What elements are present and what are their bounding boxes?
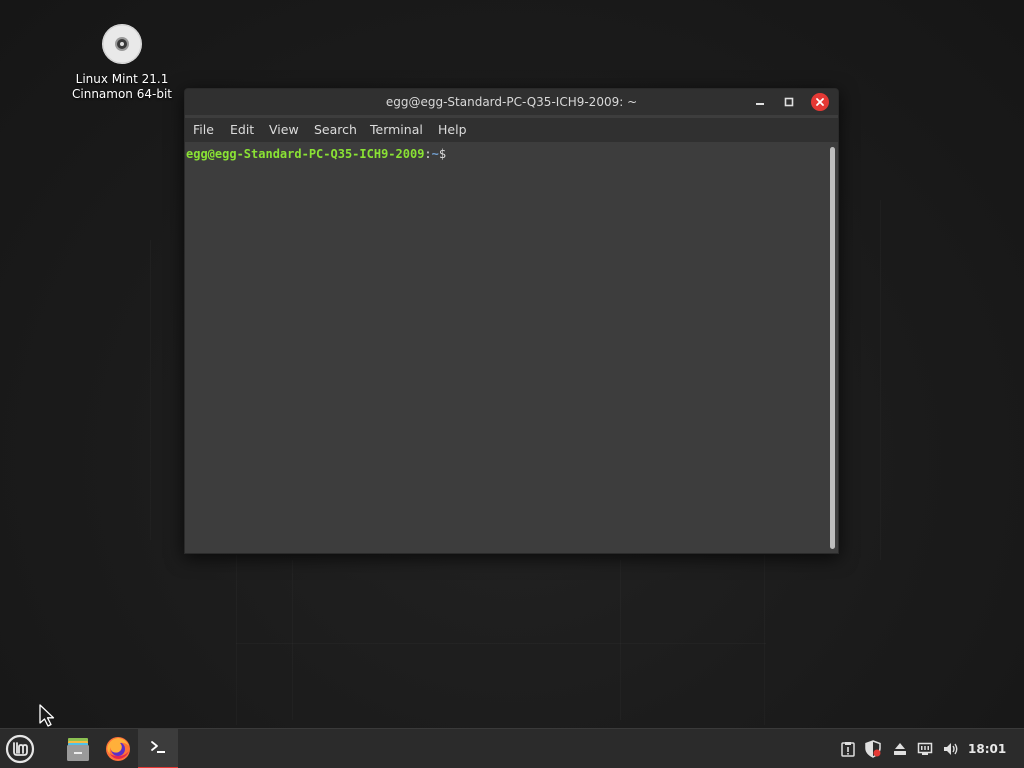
prompt-path: ~ — [431, 147, 439, 161]
wallpaper-line — [764, 555, 765, 725]
clock[interactable]: 18:01 — [968, 729, 1006, 768]
desktop-icon-label-line2: Cinnamon 64-bit — [72, 87, 172, 101]
terminal-task-button[interactable] — [138, 729, 178, 768]
wallpaper-line — [880, 200, 881, 560]
firefox-icon — [106, 737, 130, 761]
menu-edit[interactable]: Edit — [230, 118, 254, 142]
files-icon — [67, 738, 89, 761]
terminal-window[interactable]: egg@egg-Standard-PC-Q35-ICH9-2009: ~ Fil… — [184, 88, 839, 554]
network-icon — [917, 742, 933, 755]
wallpaper-line — [150, 240, 151, 540]
close-icon — [816, 98, 824, 106]
prompt-separator: : — [424, 147, 432, 161]
mint-menu-icon — [5, 734, 35, 764]
window-titlebar[interactable]: egg@egg-Standard-PC-Q35-ICH9-2009: ~ — [185, 89, 838, 115]
minimize-button[interactable] — [751, 93, 769, 111]
wallpaper-line — [620, 560, 621, 720]
menu-file[interactable]: File — [193, 118, 214, 142]
desktop-icon-linux-mint[interactable]: Linux Mint 21.1 Cinnamon 64-bit — [62, 24, 182, 102]
removable-drive-tray-button[interactable] — [891, 740, 909, 758]
disc-icon — [102, 24, 142, 64]
window-title: egg@egg-Standard-PC-Q35-ICH9-2009: ~ — [385, 95, 638, 109]
network-tray-button[interactable] — [916, 740, 934, 758]
update-manager-tray-button[interactable] — [839, 740, 857, 758]
maximize-icon — [784, 97, 794, 107]
update-manager-icon — [841, 742, 855, 757]
prompt-symbol: $ — [438, 147, 447, 161]
scrollbar[interactable] — [830, 147, 835, 549]
desktop: Linux Mint 21.1 Cinnamon 64-bit egg@egg-… — [0, 0, 1024, 768]
menubar: File Edit View Search Terminal Help — [185, 118, 838, 142]
removable-drive-icon — [894, 743, 906, 755]
menu-search[interactable]: Search — [314, 118, 357, 142]
mint-menu-button[interactable] — [0, 729, 40, 768]
menu-view[interactable]: View — [269, 118, 299, 142]
terminal-output[interactable]: egg@egg-Standard-PC-Q35-ICH9-2009:~$ — [185, 143, 838, 553]
terminal-icon — [151, 741, 165, 753]
prompt-user: egg@egg-Standard-PC-Q35-ICH9-2009 — [186, 147, 425, 161]
wallpaper-line — [236, 555, 237, 725]
prompt-line: egg@egg-Standard-PC-Q35-ICH9-2009:~$ — [186, 146, 446, 162]
files-launcher[interactable] — [58, 729, 98, 768]
wallpaper-line — [236, 643, 766, 644]
firefox-launcher[interactable] — [98, 729, 138, 768]
show-desktop-button[interactable] — [1017, 729, 1024, 768]
maximize-button[interactable] — [780, 93, 798, 111]
volume-icon — [944, 743, 958, 755]
close-button[interactable] — [811, 93, 829, 111]
taskbar: 18:01 — [0, 728, 1024, 768]
menu-terminal[interactable]: Terminal — [370, 118, 423, 142]
desktop-icon-label-line1: Linux Mint 21.1 — [75, 72, 169, 86]
shield-icon — [865, 740, 881, 758]
wallpaper-line — [292, 560, 293, 720]
security-tray-button[interactable] — [864, 740, 882, 758]
volume-tray-button[interactable] — [942, 740, 960, 758]
minimize-icon — [756, 103, 764, 105]
menu-help[interactable]: Help — [438, 118, 467, 142]
mouse-cursor-icon — [39, 704, 55, 727]
